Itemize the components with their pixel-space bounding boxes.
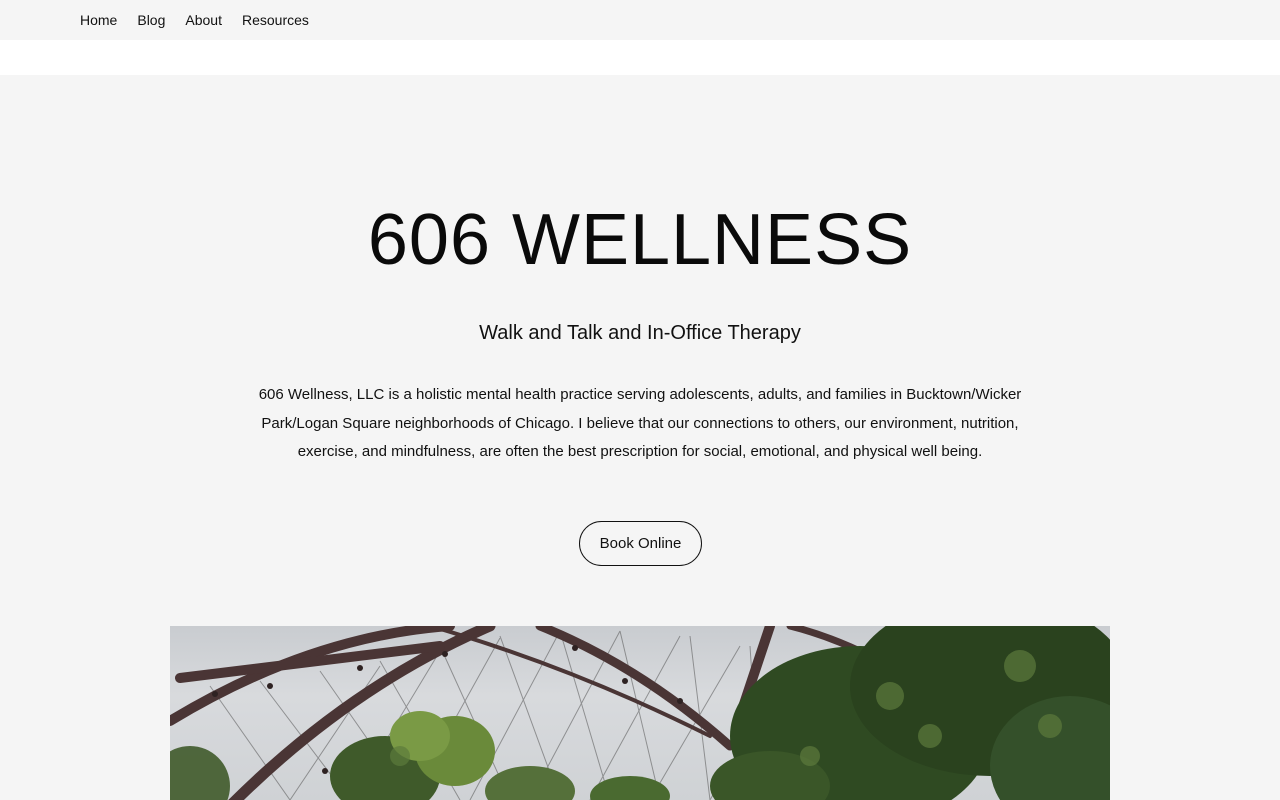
photo-illustration	[170, 626, 1110, 800]
top-nav: Home Blog About Resources	[0, 0, 1280, 40]
header-spacer	[0, 40, 1280, 75]
nav-resources[interactable]: Resources	[242, 12, 309, 28]
site-title: 606 WELLNESS	[367, 200, 913, 280]
nav-blog[interactable]: Blog	[137, 12, 165, 28]
nav-about[interactable]: About	[185, 12, 222, 28]
bridge-foliage-photo	[170, 626, 1110, 800]
site-subtitle: Walk and Talk and In-Office Therapy	[479, 322, 801, 344]
nav-home[interactable]: Home	[80, 12, 117, 28]
book-online-button[interactable]: Book Online	[579, 521, 702, 566]
practice-description: 606 Wellness, LLC is a holistic mental h…	[258, 386, 1022, 460]
